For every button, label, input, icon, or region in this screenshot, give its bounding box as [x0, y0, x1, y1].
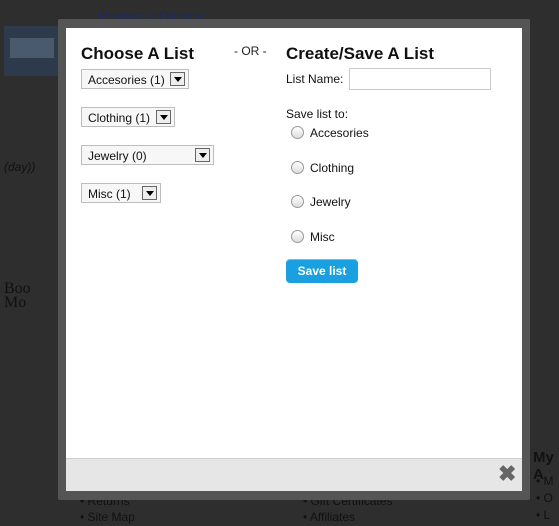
list-dropdown-clothing[interactable]: Clothing (1) [81, 107, 175, 127]
list-item: L [536, 508, 554, 522]
list-dropdown-accesories[interactable]: Accesories (1) [81, 69, 189, 89]
list-item: M [536, 474, 554, 488]
list-name-label: List Name: [286, 72, 344, 86]
list-item: O [536, 491, 554, 505]
dropdown-label: Clothing (1) [88, 111, 151, 125]
background-logo: (day)) [4, 160, 36, 174]
close-icon[interactable]: ✖ [498, 463, 516, 485]
chevron-down-icon[interactable] [156, 110, 171, 124]
radio-button[interactable] [291, 126, 304, 139]
choose-list-title: Choose A List [81, 44, 195, 63]
dropdown-label: Jewelry (0) [88, 149, 147, 163]
modal-footer: ✖ [66, 458, 522, 491]
chevron-down-icon[interactable] [142, 186, 157, 200]
list-name-input[interactable] [349, 68, 491, 90]
chevron-down-icon[interactable] [170, 72, 185, 86]
radio-label: Misc [310, 230, 335, 244]
save-list-modal: Choose A List - OR - Create/Save A List … [66, 28, 522, 491]
chevron-down-icon[interactable] [195, 148, 210, 162]
list-dropdown-jewelry[interactable]: Jewelry (0) [81, 145, 214, 165]
background-logo-2-line-2: Mo [4, 294, 27, 311]
list-dropdown-misc[interactable]: Misc (1) [81, 183, 161, 203]
radio-label: Clothing [310, 161, 355, 175]
radio-label: Jewelry [310, 195, 351, 209]
background-thumbnail [4, 26, 60, 76]
save-list-button[interactable]: Save list [286, 259, 358, 283]
dropdown-label: Misc (1) [88, 187, 131, 201]
save-list-to-label: Save list to: [286, 107, 349, 121]
list-item: Affiliates [303, 510, 393, 524]
background-logo-2: Boo Mo [4, 281, 31, 311]
radio-label: Accesories [310, 126, 369, 140]
or-separator: - OR - [234, 44, 267, 58]
list-item: Site Map [80, 510, 135, 524]
dropdown-label: Accesories (1) [88, 73, 165, 87]
radio-button[interactable] [291, 230, 304, 243]
background-footer-list-3: M O L [536, 474, 554, 525]
create-list-title: Create/Save A List [286, 44, 435, 63]
radio-button[interactable] [291, 195, 304, 208]
radio-button[interactable] [291, 161, 304, 174]
